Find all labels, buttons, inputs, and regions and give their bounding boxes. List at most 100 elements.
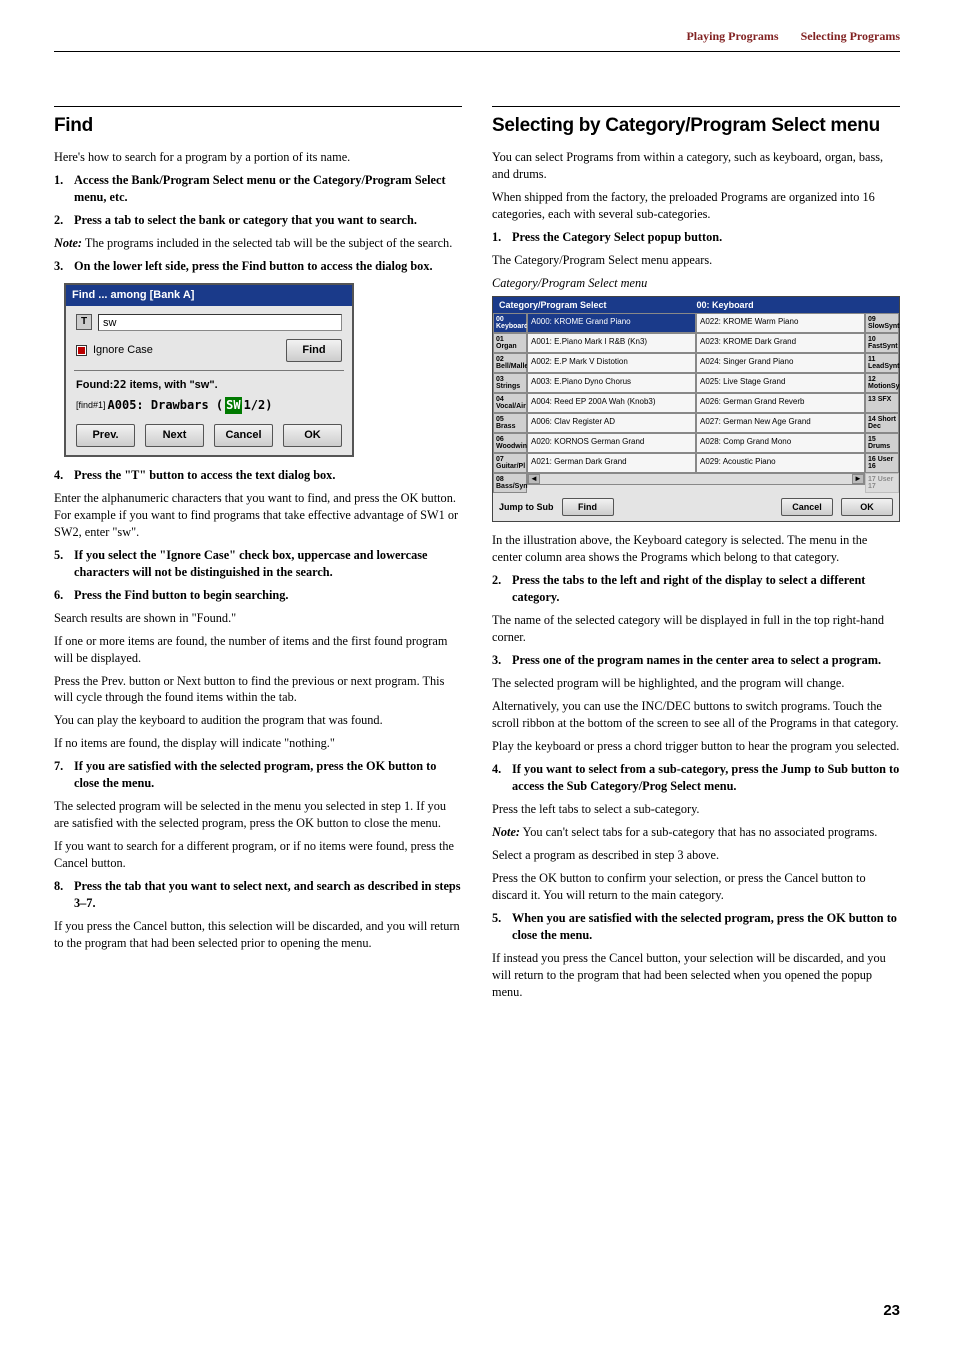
- r-intro2: When shipped from the factory, the prelo…: [492, 189, 900, 223]
- tab-right-2[interactable]: 11 LeadSynt: [865, 353, 899, 373]
- ignore-case-checkbox[interactable]: [76, 345, 87, 356]
- tab-right-8: 17 User 17: [865, 473, 899, 493]
- tab-left-0[interactable]: 00 Keyboard: [493, 313, 527, 333]
- running-header: Playing Programs Selecting Programs: [54, 28, 900, 52]
- ignore-case-label: Ignore Case: [93, 343, 153, 358]
- prog-cell[interactable]: A025: Live Stage Grand: [696, 373, 865, 393]
- r-step-5: When you are satisfied with the selected…: [512, 910, 900, 944]
- r-note4: Note: You can't select tabs for a sub-ca…: [492, 824, 900, 841]
- p6d: You can play the keyboard to audition th…: [54, 712, 462, 729]
- tab-right-3[interactable]: 12 MotionSy: [865, 373, 899, 393]
- r-step-3: Press one of the program names in the ce…: [512, 652, 900, 669]
- found-result: [find#1] A005: Drawbars (SW1/2): [76, 397, 342, 414]
- step-8: Press the tab that you want to select ne…: [74, 878, 462, 912]
- tab-left-3[interactable]: 03 Strings: [493, 373, 527, 393]
- scroll-left-icon[interactable]: ◄: [528, 474, 540, 484]
- note-1: Note: The programs included in the selec…: [54, 235, 462, 252]
- step-3: On the lower left side, press the Find b…: [74, 258, 462, 275]
- prog-cell[interactable]: A004: Reed EP 200A Wah (Knob3): [527, 393, 696, 413]
- p7: The selected program will be selected in…: [54, 798, 462, 832]
- find-dialog: Find ... among [Bank A] T sw Ignore Case…: [64, 283, 354, 457]
- text-entry-button[interactable]: T: [76, 314, 92, 330]
- prog-cell[interactable]: A002: E.P Mark V Distotion: [527, 353, 696, 373]
- tab-right-6[interactable]: 15 Drums: [865, 433, 899, 453]
- tab-right-4[interactable]: 13 SFX: [865, 393, 899, 413]
- prog-cell[interactable]: A006: Clav Register AD: [527, 413, 696, 433]
- tab-left-1[interactable]: 01 Organ: [493, 333, 527, 353]
- prog-cell[interactable]: A029: Acoustic Piano: [696, 453, 865, 473]
- find-intro: Here's how to search for a program by a …: [54, 149, 462, 166]
- scroll-right-icon[interactable]: ►: [852, 474, 864, 484]
- find-dialog-title: Find ... among [Bank A]: [66, 285, 352, 306]
- search-input[interactable]: sw: [98, 314, 342, 331]
- r-p4: Press the left tabs to select a sub-cate…: [492, 801, 900, 818]
- prog-cell[interactable]: A021: German Dark Grand: [527, 453, 696, 473]
- step-4: Press the "T" button to access the text …: [74, 467, 462, 484]
- cat-title-left: Category/Program Select: [499, 299, 607, 311]
- r-step-2: Press the tabs to the left and right of …: [512, 572, 900, 606]
- page-number: 23: [883, 1301, 900, 1322]
- tab-left-7[interactable]: 07 Guitar/Pl: [493, 453, 527, 473]
- tab-right-1[interactable]: 10 FastSynt: [865, 333, 899, 353]
- ok-button[interactable]: OK: [283, 424, 342, 447]
- cat-title-right: 00: Keyboard: [697, 299, 754, 311]
- tab-right-7[interactable]: 16 User 16: [865, 453, 899, 473]
- prev-button[interactable]: Prev.: [76, 424, 135, 447]
- r-intro: You can select Programs from within a ca…: [492, 149, 900, 183]
- found-summary: Found:22 items, with "sw".: [76, 377, 342, 393]
- find-heading: Find: [54, 106, 462, 139]
- tab-left-6[interactable]: 06 Woodwind: [493, 433, 527, 453]
- tab-left-5[interactable]: 05 Brass: [493, 413, 527, 433]
- p6b: If one or more items are found, the numb…: [54, 633, 462, 667]
- prog-cell[interactable]: A027: German New Age Grand: [696, 413, 865, 433]
- jump-to-sub-label[interactable]: Jump to Sub: [499, 501, 554, 513]
- tab-left-2[interactable]: 02 Bell/Malle: [493, 353, 527, 373]
- tab-left-4[interactable]: 04 Vocal/Air: [493, 393, 527, 413]
- r-p3c: Play the keyboard or press a chord trigg…: [492, 738, 900, 755]
- cancel-button[interactable]: Cancel: [214, 424, 273, 447]
- step-6: Press the Find button to begin searching…: [74, 587, 462, 604]
- r-p3b: Alternatively, you can use the INC/DEC b…: [492, 698, 900, 732]
- p6: Search results are shown in "Found.": [54, 610, 462, 627]
- left-column: Find Here's how to search for a program …: [54, 106, 462, 1007]
- category-dialog: Category/Program Select 00: Keyboard 00 …: [492, 296, 900, 523]
- r-p4b: Select a program as described in step 3 …: [492, 847, 900, 864]
- r-step-1: Press the Category Select popup button.: [512, 229, 900, 246]
- runhead-right: Selecting Programs: [801, 29, 900, 43]
- r-step-4: If you want to select from a sub-categor…: [512, 761, 900, 795]
- prog-cell[interactable]: A000: KROME Grand Piano: [527, 313, 696, 333]
- cat-find-button[interactable]: Find: [562, 498, 614, 516]
- next-button[interactable]: Next: [145, 424, 204, 447]
- r-p2: In the illustration above, the Keyboard …: [492, 532, 900, 566]
- r-p5: If instead you press the Cancel button, …: [492, 950, 900, 1001]
- find-button[interactable]: Find: [286, 339, 342, 362]
- tab-right-5[interactable]: 14 Short Dec: [865, 413, 899, 433]
- step-2: Press a tab to select the bank or catego…: [74, 212, 462, 229]
- tab-left-8[interactable]: 08 Bass/Syn: [493, 473, 527, 493]
- selecting-heading: Selecting by Category/Program Select men…: [492, 106, 900, 139]
- scroll-ribbon[interactable]: ◄ ►: [527, 473, 865, 485]
- step-1: Access the Bank/Program Select menu or t…: [74, 172, 462, 206]
- prog-cell[interactable]: A020: KORNOS German Grand: [527, 433, 696, 453]
- cat-caption: Category/Program Select menu: [492, 275, 900, 292]
- prog-cell[interactable]: A022: KROME Warm Piano: [696, 313, 865, 333]
- cat-cancel-button[interactable]: Cancel: [781, 498, 833, 516]
- cat-ok-button[interactable]: OK: [841, 498, 893, 516]
- prog-cell[interactable]: A023: KROME Dark Grand: [696, 333, 865, 353]
- p7b: If you want to search for a different pr…: [54, 838, 462, 872]
- prog-cell[interactable]: A001: E.Piano Mark I R&B (Kn3): [527, 333, 696, 353]
- prog-cell[interactable]: A024: Singer Grand Piano: [696, 353, 865, 373]
- tab-right-0[interactable]: 09 SlowSynt: [865, 313, 899, 333]
- prog-cell[interactable]: A026: German Grand Reverb: [696, 393, 865, 413]
- p6e: If no items are found, the display will …: [54, 735, 462, 752]
- step-5: If you select the "Ignore Case" check bo…: [74, 547, 462, 581]
- p6c: Press the Prev. button or Next button to…: [54, 673, 462, 707]
- p4: Enter the alphanumeric characters that y…: [54, 490, 462, 541]
- r-p4c: Press the OK button to confirm your sele…: [492, 870, 900, 904]
- step-7: If you are satisfied with the selected p…: [74, 758, 462, 792]
- right-column: Selecting by Category/Program Select men…: [492, 106, 900, 1007]
- prog-cell[interactable]: A028: Comp Grand Mono: [696, 433, 865, 453]
- r-p2b: The name of the selected category will b…: [492, 612, 900, 646]
- prog-cell[interactable]: A003: E.Piano Dyno Chorus: [527, 373, 696, 393]
- p8: If you press the Cancel button, this sel…: [54, 918, 462, 952]
